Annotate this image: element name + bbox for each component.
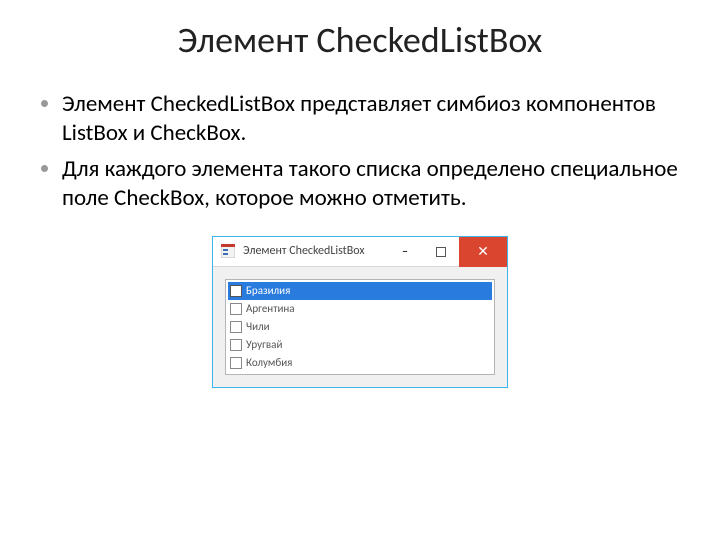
example-wrapper: Элемент CheckedListBox – ✕ Бразилия bbox=[36, 236, 684, 388]
list-item-label: Колумбия bbox=[246, 356, 292, 369]
list-item-label: Аргентина bbox=[246, 302, 295, 315]
app-icon bbox=[219, 242, 237, 260]
titlebar[interactable]: Элемент CheckedListBox – ✕ bbox=[213, 237, 507, 267]
app-window: Элемент CheckedListBox – ✕ Бразилия bbox=[212, 236, 508, 388]
bullet-list: Элемент CheckedListBox представляет симб… bbox=[36, 90, 684, 214]
window-controls: – ✕ bbox=[387, 237, 507, 266]
close-button[interactable]: ✕ bbox=[459, 237, 507, 267]
minimize-button[interactable]: – bbox=[387, 237, 423, 267]
maximize-button[interactable] bbox=[423, 237, 459, 267]
list-item[interactable]: Чили bbox=[228, 318, 492, 336]
checkbox-icon[interactable] bbox=[230, 339, 242, 351]
list-item[interactable]: Колумбия bbox=[228, 354, 492, 372]
list-item-label: Бразилия bbox=[246, 284, 290, 297]
checkbox-icon[interactable] bbox=[230, 285, 242, 297]
checked-list-box[interactable]: Бразилия Аргентина Чили Уругвай Колумбия bbox=[225, 279, 495, 375]
bullet-text: Для каждого элемента такого списка опред… bbox=[62, 155, 678, 212]
minimize-icon: – bbox=[402, 245, 408, 259]
list-item-label: Уругвай bbox=[246, 338, 282, 351]
bullet-item: Элемент CheckedListBox представляет симб… bbox=[62, 90, 684, 149]
list-item-label: Чили bbox=[246, 320, 270, 333]
list-item[interactable]: Уругвай bbox=[228, 336, 492, 354]
checkbox-icon[interactable] bbox=[230, 357, 242, 369]
bullet-text: Элемент CheckedListBox представляет симб… bbox=[62, 90, 656, 147]
bullet-item: Для каждого элемента такого списка опред… bbox=[62, 155, 684, 214]
list-item[interactable]: Бразилия bbox=[228, 282, 492, 300]
maximize-icon bbox=[436, 247, 446, 257]
slide-title: Элемент CheckedListBox bbox=[36, 18, 684, 62]
checkbox-icon[interactable] bbox=[230, 321, 242, 333]
list-item[interactable]: Аргентина bbox=[228, 300, 492, 318]
close-icon: ✕ bbox=[477, 243, 489, 260]
window-title: Элемент CheckedListBox bbox=[243, 244, 387, 258]
window-client-area: Бразилия Аргентина Чили Уругвай Колумбия bbox=[213, 267, 507, 387]
checkbox-icon[interactable] bbox=[230, 303, 242, 315]
